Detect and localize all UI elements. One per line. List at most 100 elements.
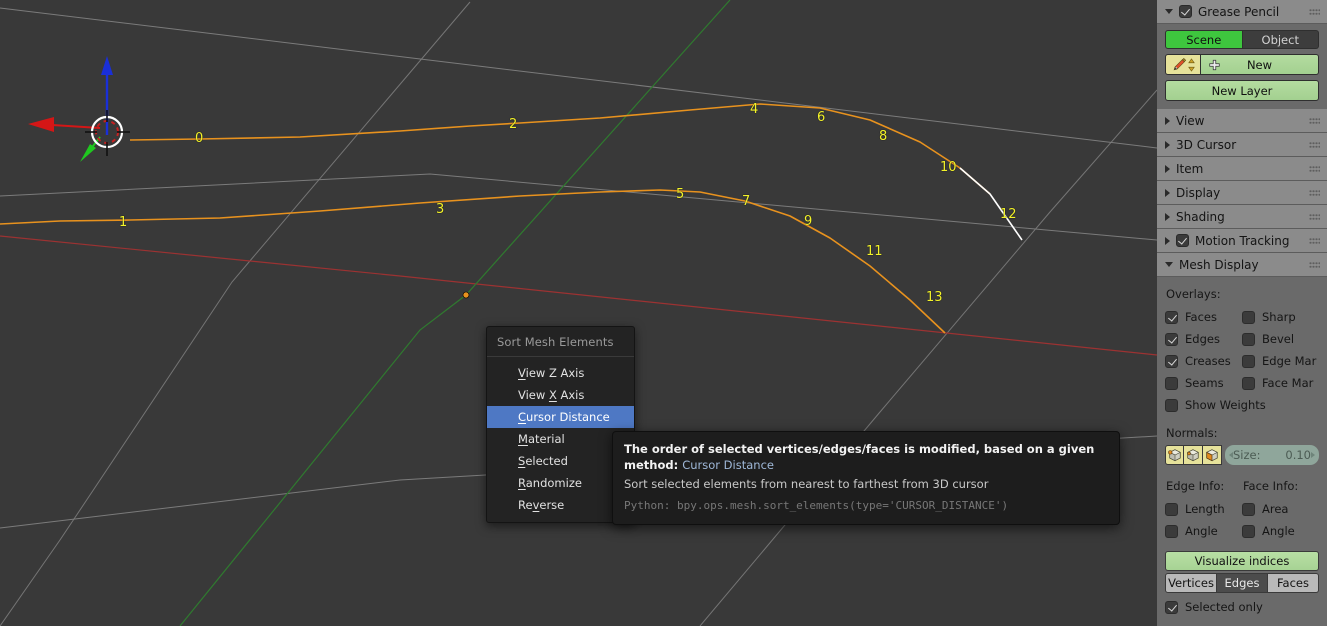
gp-new-button[interactable]: New [1201, 54, 1319, 75]
edge-mar-checkbox[interactable] [1242, 354, 1255, 368]
checkbox-row-sharp[interactable]: Sharp [1242, 306, 1319, 328]
angle-checkbox[interactable] [1242, 524, 1255, 538]
slider-left-arrow-icon[interactable] [1229, 452, 1233, 458]
chevron-right-icon [1165, 188, 1170, 197]
index-mode-toggle[interactable]: Vertices Edges Faces [1165, 573, 1319, 593]
gp-datablock-icon-box[interactable] [1165, 54, 1201, 75]
panel-header-display[interactable]: Display [1157, 181, 1327, 205]
edge-index-label-7: 7 [742, 194, 751, 209]
faces-label: Faces [1185, 310, 1217, 324]
panel-header-mesh-display[interactable]: Mesh Display [1157, 253, 1327, 277]
edges-label: Edges [1185, 332, 1220, 346]
slider-right-arrow-icon[interactable] [1311, 452, 1315, 458]
checkbox-row-edge-mar[interactable]: Edge Mar [1242, 350, 1319, 372]
info-labels-row: Edge Info: Face Info: [1165, 475, 1319, 498]
panel-title-view: View [1176, 113, 1205, 128]
gp-new-layer-label: New Layer [1211, 83, 1273, 98]
checkbox-row-length[interactable]: Length [1165, 498, 1242, 520]
face-mar-label: Face Mar [1262, 376, 1314, 390]
selected-only-checkbox[interactable] [1165, 600, 1178, 614]
panel-title-motion-tracking: Motion Tracking [1195, 233, 1290, 248]
panel-header-item[interactable]: Item [1157, 157, 1327, 181]
seams-checkbox[interactable] [1165, 376, 1178, 390]
panel-grip-icon[interactable] [1309, 165, 1320, 172]
grease-pencil-enable-checkbox[interactable] [1179, 5, 1192, 18]
vertex-normals-icon[interactable] [1165, 445, 1184, 465]
sharp-checkbox[interactable] [1242, 310, 1255, 324]
panel-header-grease-pencil[interactable]: Grease Pencil [1157, 0, 1327, 24]
bevel-checkbox[interactable] [1242, 332, 1255, 346]
checkbox-row-angle[interactable]: Angle [1242, 520, 1319, 542]
panel-header-view[interactable]: View [1157, 109, 1327, 133]
face-info-column[interactable]: Area Angle [1242, 498, 1319, 542]
panel-grip-icon[interactable] [1309, 213, 1320, 220]
checkbox-row-faces[interactable]: Faces [1165, 306, 1242, 328]
index-mode-vertices[interactable]: Vertices [1165, 573, 1217, 593]
panel-grip-icon[interactable] [1309, 189, 1320, 196]
checkbox-row-angle[interactable]: Angle [1165, 520, 1242, 542]
area-checkbox[interactable] [1242, 502, 1255, 516]
panel-grip-icon[interactable] [1309, 141, 1320, 148]
angle-checkbox[interactable] [1165, 524, 1178, 538]
updown-arrows-icon[interactable] [1187, 57, 1195, 72]
selected-only-row[interactable]: Selected only [1165, 597, 1319, 617]
length-checkbox[interactable] [1165, 502, 1178, 516]
3d-cursor [28, 56, 130, 162]
edge-index-label-10: 10 [940, 160, 957, 175]
index-mode-edges[interactable]: Edges [1217, 573, 1268, 593]
edge-index-label-4: 4 [750, 102, 759, 117]
length-label: Length [1185, 502, 1225, 516]
properties-sidebar[interactable]: Grease Pencil Scene Object New New Layer… [1157, 0, 1327, 626]
show-weights-checkbox[interactable] [1165, 398, 1178, 412]
chevron-right-icon [1165, 140, 1170, 149]
normals-controls[interactable]: Size: 0.10 [1165, 445, 1319, 465]
edge-index-label-1: 1 [119, 215, 128, 230]
checkbox-row-bevel[interactable]: Bevel [1242, 328, 1319, 350]
panel-header-shading[interactable]: Shading [1157, 205, 1327, 229]
panel-grip-icon[interactable] [1309, 117, 1320, 124]
gp-new-layer-button[interactable]: New Layer [1165, 80, 1319, 101]
panel-header-motion-tracking[interactable]: Motion Tracking [1157, 229, 1327, 253]
normals-size-slider[interactable]: Size: 0.10 [1225, 445, 1319, 465]
panel-title-shading: Shading [1176, 209, 1225, 224]
overlays-grid: Faces Edges Creases Seams Sharp Bevel Edge Ma… [1165, 306, 1319, 394]
motion-tracking-enable-checkbox[interactable] [1176, 234, 1189, 247]
checkbox-row-area[interactable]: Area [1242, 498, 1319, 520]
checkbox-row-seams[interactable]: Seams [1165, 372, 1242, 394]
mesh-edge-active [959, 167, 1023, 241]
edge-mar-label: Edge Mar [1262, 354, 1317, 368]
creases-checkbox[interactable] [1165, 354, 1178, 368]
panel-grip-icon[interactable] [1309, 261, 1320, 268]
face-mar-checkbox[interactable] [1242, 376, 1255, 390]
menu-item-cursor-distance[interactable]: Cursor Distance [487, 406, 634, 428]
gp-source-toggle[interactable]: Scene Object [1165, 30, 1319, 49]
edge-info-column[interactable]: Length Angle [1165, 498, 1242, 542]
mesh-edge-lower [0, 189, 946, 334]
overlays-right-column[interactable]: Sharp Bevel Edge Mar Face Mar [1242, 306, 1319, 394]
edges-checkbox[interactable] [1165, 332, 1178, 346]
edge-index-label-2: 2 [509, 117, 518, 132]
gp-source-scene-button[interactable]: Scene [1165, 30, 1243, 49]
show-weights-row[interactable]: Show Weights [1165, 394, 1319, 416]
overlays-left-column[interactable]: Faces Edges Creases Seams [1165, 306, 1242, 394]
collapsed-panel-list[interactable]: View 3D Cursor Item Display Shading Motion Tr… [1157, 109, 1327, 253]
menu-item-view-z-axis[interactable]: View Z Axis [487, 362, 634, 384]
split-normals-icon[interactable] [1184, 445, 1203, 465]
panel-grip-icon[interactable] [1309, 8, 1320, 15]
face-normals-icon[interactable] [1203, 445, 1222, 465]
faces-checkbox[interactable] [1165, 310, 1178, 324]
blender-window: 0 1 2 3 4 5 6 7 8 9 10 11 12 13 Sort Mesh Elements Vi… [0, 0, 1327, 626]
3d-viewport[interactable]: 0 1 2 3 4 5 6 7 8 9 10 11 12 13 Sort Mesh Elements Vi… [0, 0, 1157, 626]
checkbox-row-edges[interactable]: Edges [1165, 328, 1242, 350]
gp-datablock-row[interactable]: New [1165, 54, 1319, 75]
visualize-indices-button[interactable]: Visualize indices [1165, 551, 1319, 571]
menu-item-view-x-axis[interactable]: View X Axis [487, 384, 634, 406]
tooltip-description-row: The order of selected vertices/edges/fac… [624, 441, 1108, 473]
index-mode-faces[interactable]: Faces [1268, 573, 1319, 593]
chevron-right-icon [1165, 236, 1170, 245]
panel-grip-icon[interactable] [1309, 237, 1320, 244]
checkbox-row-face-mar[interactable]: Face Mar [1242, 372, 1319, 394]
checkbox-row-creases[interactable]: Creases [1165, 350, 1242, 372]
panel-header-3d-cursor[interactable]: 3D Cursor [1157, 133, 1327, 157]
gp-source-object-button[interactable]: Object [1242, 30, 1319, 49]
